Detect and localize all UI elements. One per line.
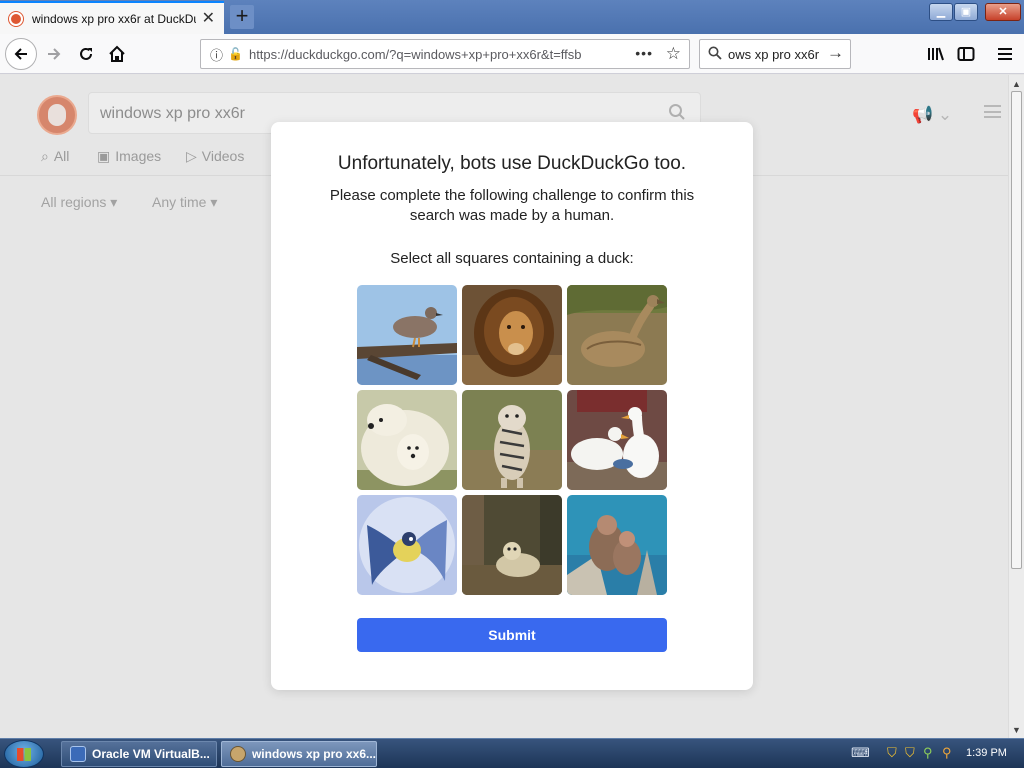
forward-button[interactable] — [40, 40, 68, 68]
home-icon — [109, 45, 125, 62]
tile-duck-on-log[interactable] — [357, 285, 457, 385]
modal-description: Please complete the following challenge … — [329, 187, 695, 224]
megaphone-icon[interactable]: 📢 ⌄ — [912, 105, 952, 125]
browser-tab-active[interactable]: windows xp pro xx6r at DuckDuckGo ✕ — [0, 1, 224, 34]
search-icon: ⌕ — [41, 148, 49, 164]
search-go-arrow-icon[interactable]: → — [827, 43, 844, 63]
play-icon: ▷ — [186, 148, 197, 164]
bookmark-star-icon[interactable]: ☆ — [666, 44, 681, 64]
tab-all-label: All — [53, 148, 70, 164]
security-shield-icon[interactable]: ⛉ — [887, 745, 897, 761]
time-filter-dropdown[interactable]: Any time ▾ — [152, 194, 217, 211]
start-button[interactable] — [4, 740, 44, 768]
seal-image — [462, 495, 562, 595]
dropdown-caret-icon: ▾ — [210, 194, 218, 210]
duck-face-icon — [48, 104, 66, 126]
window-maximize-button[interactable]: ▣ — [954, 3, 978, 21]
app-menu-button[interactable] — [991, 40, 1019, 68]
page-actions-icon[interactable]: ••• — [635, 45, 653, 61]
tab-images[interactable]: ▣ Images — [97, 148, 161, 165]
arrow-left-icon — [14, 48, 27, 60]
home-button[interactable] — [103, 40, 131, 68]
scroll-down-arrow-icon[interactable]: ▼ — [1012, 725, 1021, 735]
action-center-icon[interactable]: ⛉ — [905, 745, 915, 761]
page-menu-icon[interactable] — [984, 105, 1001, 118]
white-ducks-image — [567, 390, 667, 490]
back-button[interactable] — [5, 38, 37, 70]
tab-videos-label: Videos — [201, 148, 245, 164]
reload-icon — [80, 47, 92, 60]
windows-logo-icon — [17, 748, 31, 761]
tab-images-label: Images — [115, 148, 162, 164]
system-clock[interactable]: 1:39 PM — [966, 747, 1007, 759]
virtualbox-icon — [70, 746, 86, 762]
region-filter-dropdown[interactable]: All regions ▾ — [41, 194, 117, 211]
taskbar-item-label: Oracle VM VirtualB... — [92, 747, 210, 761]
tab-videos[interactable]: ▷ Videos — [186, 148, 244, 165]
lion-image — [462, 285, 562, 385]
url-bar[interactable]: ⓘ 🔓 https://duckduckgo.com/?q=windows+xp… — [200, 39, 690, 69]
info-icon[interactable]: ⓘ — [210, 45, 223, 64]
browser-app-icon — [230, 746, 246, 762]
polar-bears-image — [357, 390, 457, 490]
challenge-instruction: Select all squares containing a duck: — [390, 250, 634, 267]
browser-titlebar: windows xp pro xx6r at DuckDuckGo ✕ + ▁ … — [0, 0, 1024, 34]
taskbar-item-label: windows xp pro xx6... — [251, 747, 376, 761]
duck-on-log-image — [357, 285, 457, 385]
search-bar[interactable]: ows xp pro xx6r → — [699, 39, 851, 69]
library-button[interactable] — [922, 40, 950, 68]
tiger-image — [462, 390, 562, 490]
network-icon[interactable]: ⚲ — [923, 745, 933, 761]
tile-tiger[interactable] — [462, 390, 562, 490]
dropdown-caret-icon: ▾ — [110, 194, 118, 210]
sidebar-icon — [957, 47, 975, 61]
window-close-button[interactable]: ✕ — [985, 3, 1021, 21]
scroll-up-arrow-icon[interactable]: ▲ — [1012, 79, 1021, 89]
tab-close-icon[interactable]: ✕ — [202, 8, 215, 28]
duckduckgo-logo[interactable] — [37, 95, 77, 135]
navigation-toolbar: ⓘ 🔓 https://duckduckgo.com/?q=windows+xp… — [0, 34, 1024, 74]
monkeys-image — [567, 495, 667, 595]
url-text[interactable]: https://duckduckgo.com/?q=windows+xp+pro… — [249, 47, 582, 62]
submit-button[interactable]: Submit — [357, 618, 667, 652]
tile-white-ducks[interactable] — [567, 390, 667, 490]
new-tab-button[interactable]: + — [230, 5, 254, 29]
keyboard-icon[interactable]: ⌨ — [851, 745, 870, 761]
windows-taskbar: Oracle VM VirtualB... windows xp pro xx6… — [0, 738, 1024, 768]
tile-monkeys[interactable] — [567, 495, 667, 595]
tile-blue-tit-bird[interactable] — [357, 495, 457, 595]
bot-challenge-modal: Unfortunately, bots use DuckDuckGo too. … — [271, 122, 753, 690]
tab-all[interactable]: ⌕ All — [41, 148, 69, 165]
modal-title: Unfortunately, bots use DuckDuckGo too. — [337, 153, 687, 174]
search-tray-icon[interactable]: ⚲ — [942, 745, 952, 761]
insecure-lock-icon[interactable]: 🔓 — [228, 47, 243, 61]
blue-tit-bird-image — [357, 495, 457, 595]
tile-lion[interactable] — [462, 285, 562, 385]
tile-duck-on-ground[interactable] — [567, 285, 667, 385]
duck-on-ground-image — [567, 285, 667, 385]
reload-button[interactable] — [72, 40, 100, 68]
scroll-thumb[interactable] — [1011, 91, 1022, 569]
search-bar-text[interactable]: ows xp pro xx6r — [728, 47, 828, 62]
arrow-right-icon — [48, 48, 61, 60]
duckduckgo-favicon-icon — [9, 11, 23, 26]
search-icon — [708, 46, 722, 63]
time-filter-label: Any time — [152, 194, 207, 210]
tile-polar-bears[interactable] — [357, 390, 457, 490]
library-icon — [928, 47, 944, 61]
sidebar-button[interactable] — [952, 40, 980, 68]
region-filter-label: All regions — [41, 194, 107, 210]
tab-title: windows xp pro xx6r at DuckDuckGo — [32, 11, 196, 26]
page-search-query[interactable]: windows xp pro xx6r — [100, 105, 245, 123]
window-minimize-button[interactable]: ▁ — [929, 3, 953, 21]
taskbar-item-browser[interactable]: windows xp pro xx6... — [221, 741, 377, 767]
page-scrollbar[interactable]: ▲ ▼ — [1008, 75, 1024, 738]
image-icon: ▣ — [97, 148, 111, 164]
tile-seal[interactable] — [462, 495, 562, 595]
hamburger-menu-icon — [998, 48, 1012, 60]
taskbar-item-virtualbox[interactable]: Oracle VM VirtualB... — [61, 741, 217, 767]
challenge-image-grid — [357, 285, 667, 595]
